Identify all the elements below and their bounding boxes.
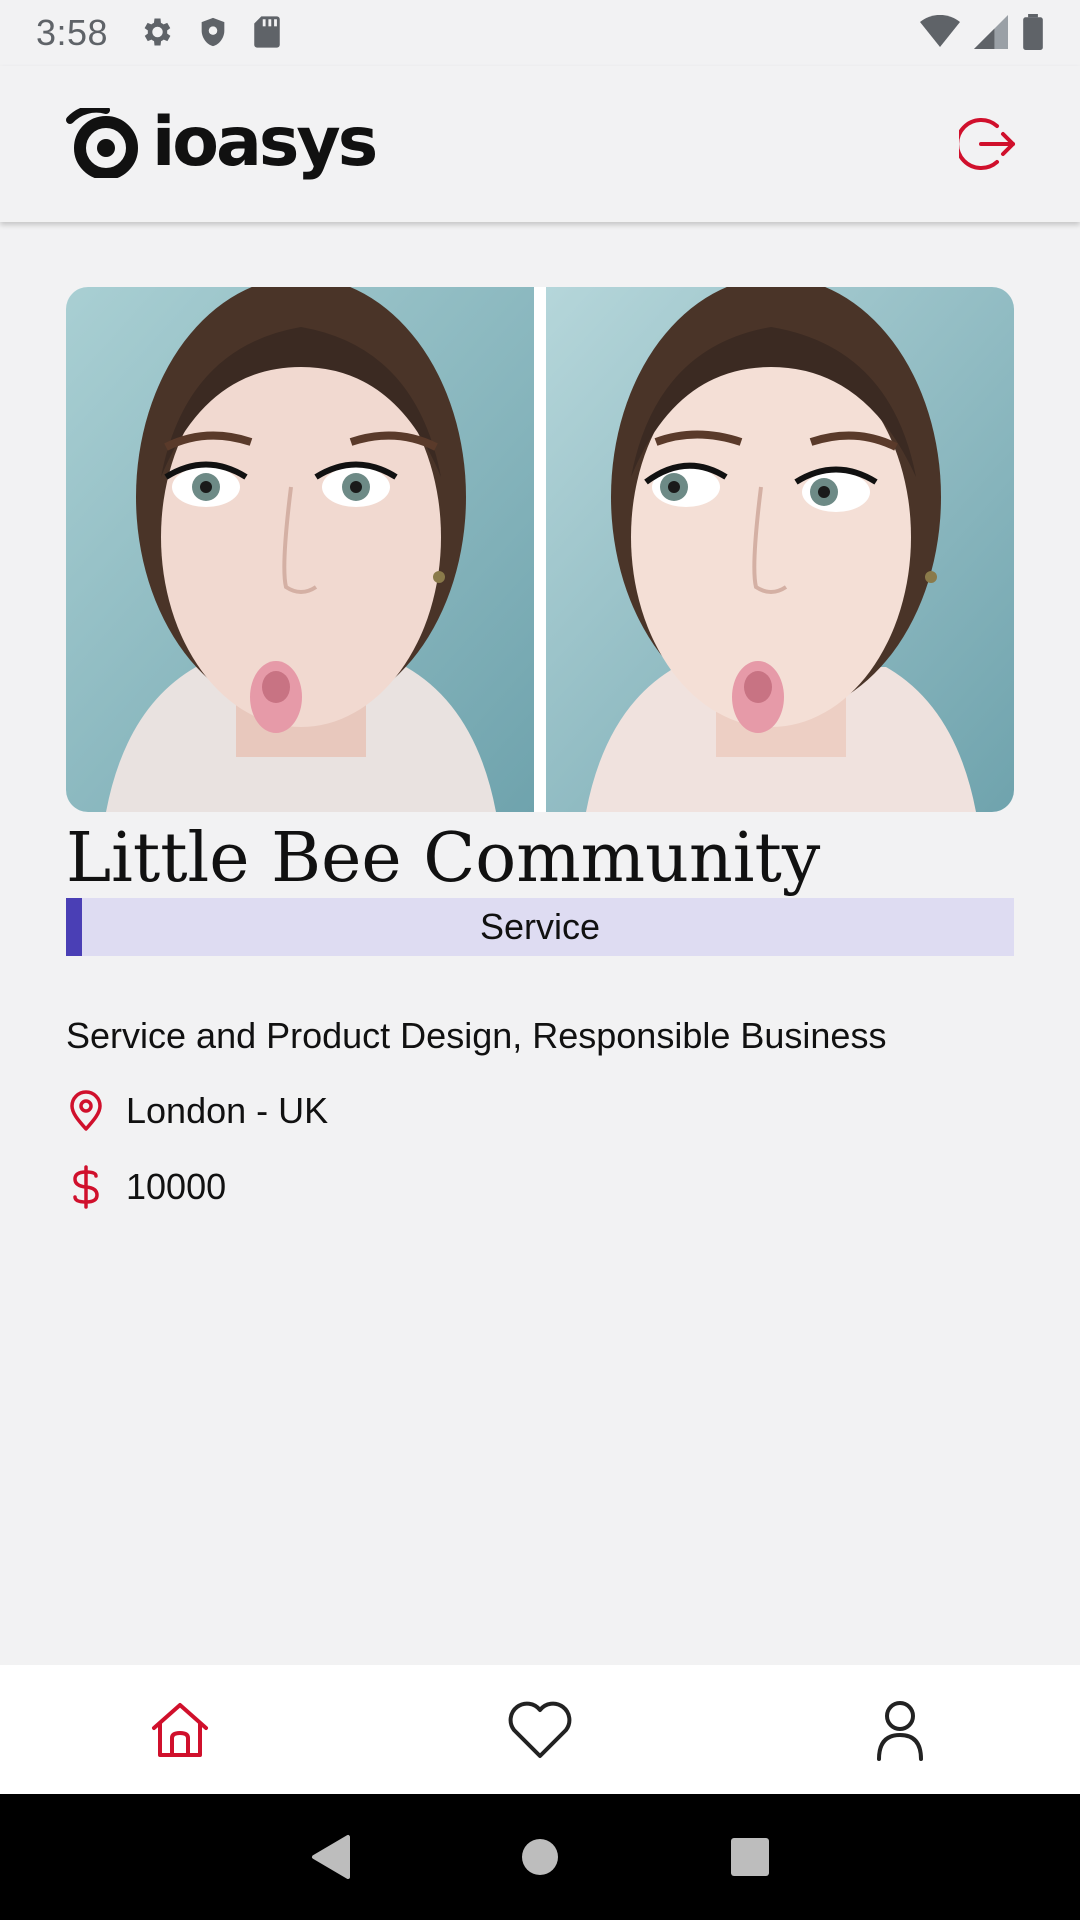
company-name: Little Bee Community [66, 819, 821, 898]
shield-icon [196, 14, 230, 55]
company-sectors: Service and Product Design, Responsible … [66, 1015, 887, 1056]
logo-mark-icon [66, 108, 138, 178]
logout-icon [959, 118, 1015, 170]
home-circle-icon [522, 1839, 558, 1875]
logout-button[interactable] [956, 112, 1020, 176]
system-back-button[interactable] [300, 1827, 360, 1887]
bottom-navigation [0, 1665, 1080, 1794]
wifi-icon [920, 14, 960, 54]
nav-favorites[interactable] [480, 1680, 600, 1780]
system-navigation-bar [0, 1794, 1080, 1920]
back-triangle-icon [312, 1835, 350, 1879]
nav-profile[interactable] [840, 1680, 960, 1780]
status-time: 3:58 [36, 12, 109, 53]
status-icons-left [138, 14, 282, 55]
location-pin-icon [66, 1087, 106, 1135]
app-bar: ioasys [0, 66, 1080, 222]
signal-icon [974, 15, 1008, 54]
profile-icon [877, 1700, 923, 1761]
ioasys-logo: ioasys [64, 103, 378, 182]
company-type-label: Service [479, 906, 601, 947]
system-recents-button[interactable] [720, 1827, 780, 1887]
dollar-icon [66, 1163, 106, 1211]
image-divider [534, 287, 546, 812]
badge-accent-bar [66, 898, 82, 956]
sd-card-icon [252, 15, 282, 54]
company-image-right [546, 287, 1014, 812]
status-icons-right [920, 14, 1044, 55]
home-icon [152, 1702, 208, 1757]
company-image [66, 287, 1014, 812]
price-text: 10000 [126, 1166, 227, 1207]
company-type-badge: Service [66, 898, 1014, 956]
price-row: 10000 [66, 1163, 226, 1211]
logo-text: ioasys [152, 103, 378, 182]
battery-icon [1022, 14, 1044, 55]
recents-square-icon [731, 1838, 769, 1876]
status-bar: 3:58 [0, 0, 1080, 66]
location-row: London - UK [66, 1087, 328, 1135]
heart-icon [508, 1701, 572, 1758]
company-image-left [66, 287, 534, 812]
nav-home[interactable] [120, 1680, 240, 1780]
system-home-button[interactable] [510, 1827, 570, 1887]
location-text: London - UK [126, 1090, 329, 1131]
settings-icon [138, 14, 174, 55]
